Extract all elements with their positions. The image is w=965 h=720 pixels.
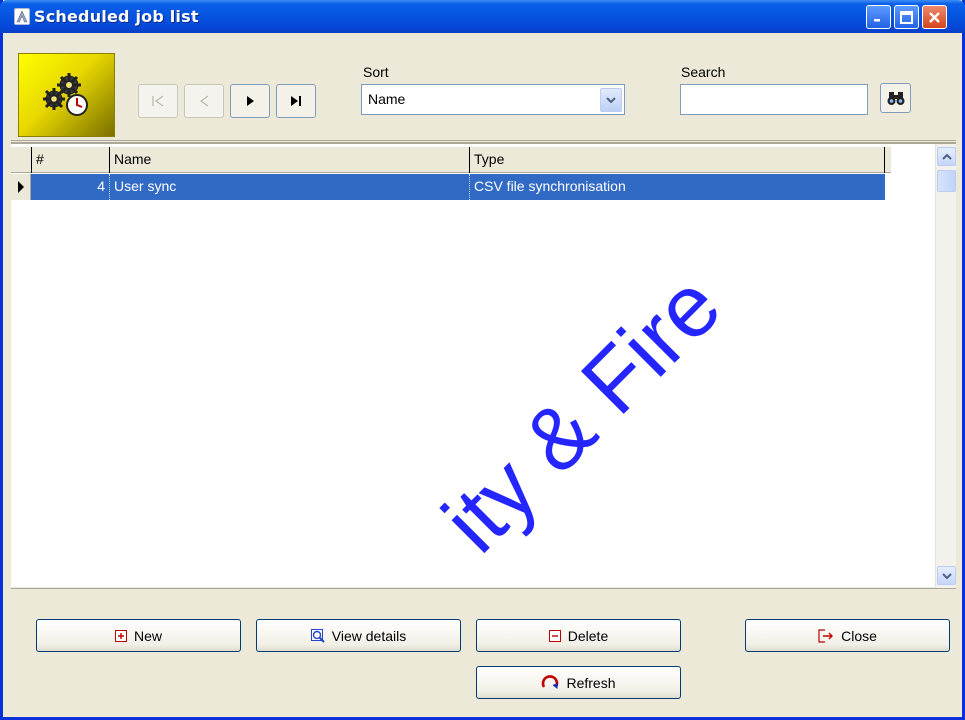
column-header-name[interactable]: Name [109,147,469,173]
search-label: Search [681,64,726,80]
app-icon [14,8,30,25]
window-title: Scheduled job list [34,7,199,26]
cell-number[interactable]: 4 [31,174,109,200]
plus-box-icon [114,629,127,642]
gears-clock-icon [18,53,115,137]
sort-select[interactable]: Name [361,84,625,115]
search-input[interactable] [680,84,868,115]
job-grid[interactable]: # Name Type 4 User sync CSV file synchro… [11,142,956,589]
next-record-button[interactable] [230,84,270,118]
refresh-button[interactable]: Refresh [476,666,681,699]
toolbar: Sort Name Search [11,33,956,141]
close-button[interactable]: Close [745,619,950,652]
column-header-type[interactable]: Type [469,147,885,173]
close-button-label: Close [841,627,877,644]
title-bar[interactable]: Scheduled job list [0,0,965,33]
scroll-thumb[interactable] [937,170,956,192]
table-row[interactable]: 4 User sync CSV file synchronisation [11,174,891,200]
vertical-scrollbar[interactable] [935,144,956,589]
new-button-label: New [133,627,162,644]
scroll-down-button[interactable] [937,566,956,585]
indicator-column-header [11,147,31,173]
cell-type[interactable]: CSV file synchronisation [469,174,885,200]
view-details-button-label: View details [331,627,407,644]
scroll-up-button[interactable] [937,147,956,166]
row-indicator [11,174,31,200]
view-details-button[interactable]: View details [256,619,461,652]
minimize-button[interactable] [866,5,891,29]
exit-arrow-icon [818,628,834,643]
next-record-icon [247,96,254,106]
current-row-arrow-icon [17,181,24,193]
previous-record-button[interactable] [184,84,224,118]
grid-header: # Name Type [11,147,891,173]
binoculars-icon [887,92,904,105]
column-header-number[interactable]: # [31,147,109,173]
last-record-icon [291,96,301,106]
sort-label: Sort [363,64,389,80]
delete-button[interactable]: Delete [476,619,681,652]
minus-box-icon [548,629,561,642]
maximize-button[interactable] [894,5,919,29]
last-record-button[interactable] [276,84,316,118]
cell-name[interactable]: User sync [109,174,469,200]
button-bar: New View details Delete Close Refresh [11,588,956,717]
sort-value: Name [368,91,406,107]
chevron-down-icon [941,572,952,579]
previous-record-icon [199,95,209,107]
first-record-icon [152,95,164,107]
search-button[interactable] [880,83,911,113]
refresh-icon [541,674,559,692]
magnifier-icon [310,628,325,643]
chevron-down-icon [606,97,616,104]
new-button[interactable]: New [36,619,241,652]
close-window-button[interactable] [922,5,947,29]
first-record-button[interactable] [138,84,178,118]
refresh-button-label: Refresh [566,674,616,691]
scheduled-job-list-window: Scheduled job list Sort Name Search # Na… [0,0,965,720]
chevron-up-icon [941,153,952,160]
sort-dropdown-button[interactable] [600,88,622,112]
delete-button-label: Delete [567,627,609,644]
